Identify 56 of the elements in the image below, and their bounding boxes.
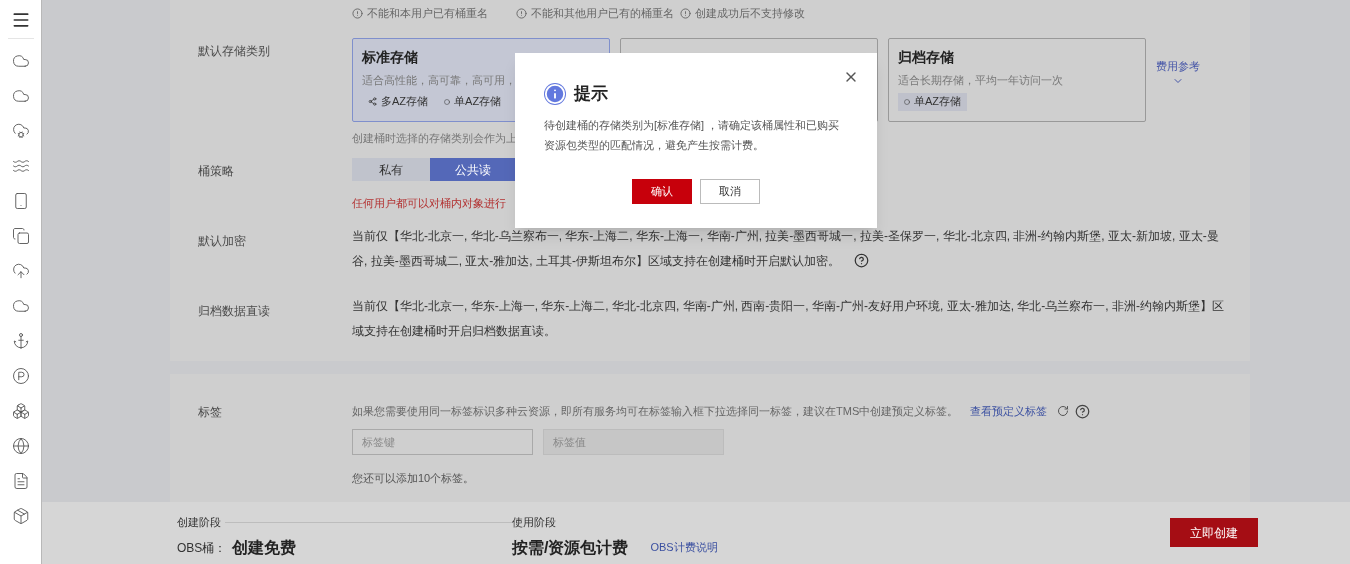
stage-value: 按需/资源包计费 xyxy=(512,537,629,558)
warning-text: 任何用户都可以对桶内对象进行 xyxy=(352,195,506,211)
predefined-tags-link[interactable]: 查看预定义标签 xyxy=(970,402,1048,420)
card-title: 标准存储 xyxy=(362,48,419,67)
region-info-text: 当前仅【华北-北京一, 华北-乌兰察布一, 华东-上海二, 华东-上海一, 华南-广州, 拉美-墨西哥城一, 拉美-圣保罗一, 华北-北京四, 非洲-约翰内斯堡, 亚太-新加坡, 亚太-曼谷, 拉美-墨西哥城二, 亚太-雅加达, 土耳其-伊斯坦布尔】区域支持在创建桶时开启默认加密。 xyxy=(352,228,1220,270)
circle-icon xyxy=(444,98,451,105)
field-label: 桶策略 xyxy=(198,163,234,178)
help-icon[interactable] xyxy=(854,253,869,268)
tag-input-field[interactable]: 标签键 xyxy=(352,429,533,455)
document-icon[interactable] xyxy=(11,471,30,490)
note-text: 创建桶时选择的存储类别会作为上 xyxy=(352,131,517,146)
field-label: 归档数据直读 xyxy=(198,304,270,318)
policy-tab[interactable]: 私有 xyxy=(352,158,430,181)
refresh-icon[interactable] xyxy=(1057,405,1070,417)
hint-text: 创建成功后不支持修改 xyxy=(695,5,805,21)
package-icon[interactable] xyxy=(11,506,30,525)
cloud-upload-icon[interactable] xyxy=(11,261,30,280)
cloud-gear-icon[interactable] xyxy=(11,121,30,140)
stage-prefix: OBS桶： xyxy=(177,539,227,557)
storage-tag: 单AZ存储 xyxy=(898,92,968,111)
fee-link[interactable]: 费用参考 xyxy=(1156,58,1200,87)
card-description: 适合高性能，高可靠，高可用， xyxy=(362,73,517,88)
storage-class-card[interactable]: 归档存储 适合长期存储，平均一年访问一次 单AZ存储 xyxy=(888,38,1146,122)
info-icon xyxy=(680,7,691,19)
globe-icon[interactable] xyxy=(11,436,30,455)
cancel-button[interactable]: 取消 xyxy=(700,178,760,204)
dialog-title: 提示 xyxy=(574,83,608,105)
info-icon xyxy=(516,7,527,19)
confirm-button[interactable]: 确认 xyxy=(632,178,692,204)
policy-tab[interactable]: 公共读 xyxy=(430,158,515,181)
cluster-icon xyxy=(368,97,377,106)
storage-tag: 多AZ存储 xyxy=(362,92,435,111)
stage-value: 创建免费 xyxy=(232,537,297,558)
stage-label: 创建阶段 xyxy=(177,515,221,530)
boxes-icon[interactable] xyxy=(11,401,30,420)
card-description: 适合长期存储，平均一年访问一次 xyxy=(898,73,1064,88)
help-icon[interactable] xyxy=(1075,403,1091,419)
billing-link[interactable]: OBS计费说明 xyxy=(650,539,718,556)
remaining-tags-text: 您还可以添加10个标签。 xyxy=(352,472,475,484)
anchor-icon[interactable] xyxy=(11,331,30,350)
field-label: 默认存储类别 xyxy=(198,44,270,58)
tags-description: 如果您需要使用同一标签标识多种云资源，即所有服务均可在标签输入框下拉选择同一标签，建议在TMS中创建预定义标签。 xyxy=(352,403,959,419)
stage-label: 使用阶段 xyxy=(512,515,557,530)
info-icon xyxy=(352,7,363,19)
circle-icon xyxy=(904,98,910,105)
hint-text: 不能和本用户已有桶重名 xyxy=(367,5,488,21)
parking-icon[interactable] xyxy=(11,366,30,385)
region-info-text: 当前仅【华北-北京一, 华东-上海一, 华东-上海二, 华北-北京四, 华南-广州, 西南-贵阳一, 华南-广州-友好用户环境, 亚太-雅加达, 华北-乌兰察布一, 非洲-约翰内斯堡】区域支持在创建桶时开启归档数据直读。 xyxy=(352,298,1225,340)
create-button[interactable]: 立即创建 xyxy=(1170,518,1258,547)
hint-text: 不能和其他用户已有的桶重名 xyxy=(531,5,674,21)
field-label: 默认加密 xyxy=(198,234,246,248)
field-label: 标签 xyxy=(198,405,222,419)
info-icon xyxy=(544,82,566,105)
storage-tag: 单AZ存储 xyxy=(438,92,508,111)
copy-icon[interactable] xyxy=(11,226,30,245)
card-title: 归档存储 xyxy=(898,48,955,67)
